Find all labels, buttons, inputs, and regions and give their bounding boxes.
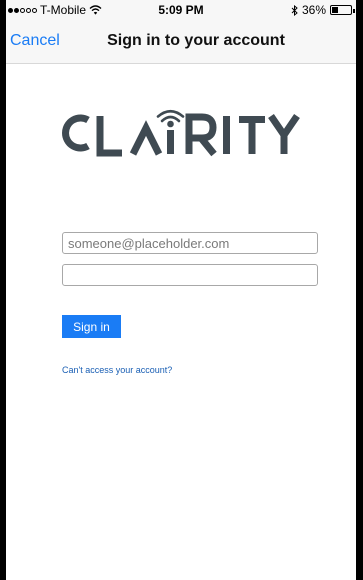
battery-level-fill (332, 7, 338, 13)
device-frame-right (356, 0, 363, 580)
bluetooth-icon (291, 4, 298, 16)
battery-tip (353, 9, 355, 13)
page-title: Sign in to your account (107, 32, 285, 49)
email-field[interactable] (62, 232, 318, 254)
screen: T-Mobile 5:09 PM 36% Cancel Sign in to y… (0, 0, 363, 580)
battery-percent: 36% (301, 3, 326, 17)
clarity-logo (62, 109, 300, 157)
battery-info: 36% (291, 3, 355, 17)
navigation-bar: Cancel Sign in to your account (6, 20, 356, 64)
sign-in-button[interactable]: Sign in (62, 315, 121, 338)
status-bar: T-Mobile 5:09 PM 36% (6, 0, 356, 20)
device-frame-left (0, 0, 6, 580)
cant-access-account-link[interactable]: Can't access your account? (62, 365, 172, 375)
password-field[interactable] (62, 264, 318, 286)
battery-icon (330, 5, 355, 15)
